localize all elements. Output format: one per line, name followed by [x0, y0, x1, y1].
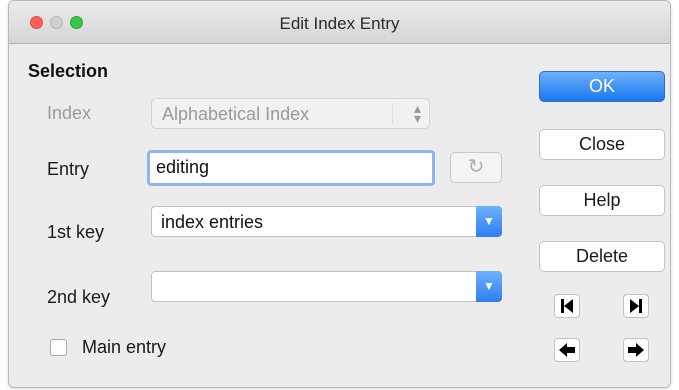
chevron-down-icon[interactable]: ▼: [476, 206, 502, 237]
selection-heading: Selection: [28, 61, 109, 81]
arrow-right-icon: [628, 343, 644, 357]
index-select: Alphabetical Index ▴ ▾: [151, 98, 430, 129]
rotate-icon: ↻: [467, 156, 485, 178]
last-entry-button[interactable]: [623, 294, 649, 318]
chevron-down-icon[interactable]: ▼: [476, 271, 502, 302]
delete-button[interactable]: Delete: [539, 241, 665, 272]
index-select-value: Alphabetical Index: [162, 104, 310, 124]
select-divider: [392, 103, 393, 125]
help-button[interactable]: Help: [539, 185, 665, 216]
edit-index-entry-dialog: Edit Index Entry Selection Index Alphabe…: [8, 0, 671, 388]
index-label: Index: [47, 103, 92, 123]
main-entry-label: Main entry: [82, 337, 167, 357]
key1-combobox[interactable]: index entries ▼: [151, 206, 502, 237]
skip-last-icon: [630, 299, 642, 313]
ok-button[interactable]: OK: [539, 71, 665, 102]
up-down-chevron-icon: ▴ ▾: [413, 100, 421, 126]
arrow-left-icon: [559, 343, 575, 357]
key1-value: index entries: [161, 212, 264, 232]
first-entry-button[interactable]: [554, 294, 580, 318]
next-entry-button[interactable]: [623, 338, 649, 362]
close-button[interactable]: Close: [539, 129, 665, 160]
main-entry-checkbox[interactable]: [50, 339, 67, 356]
key2-label: 2nd key: [47, 287, 111, 307]
key2-combobox[interactable]: ▼: [151, 271, 502, 302]
skip-first-icon: [561, 299, 573, 313]
window-title: Edit Index Entry: [279, 14, 400, 33]
key1-label: 1st key: [47, 222, 105, 242]
title-bar: Edit Index Entry: [9, 1, 670, 44]
phonetic-reading-button[interactable]: ↻: [450, 152, 502, 183]
previous-entry-button[interactable]: [554, 338, 580, 362]
entry-input[interactable]: editing: [147, 150, 435, 186]
entry-label: Entry: [47, 159, 90, 179]
